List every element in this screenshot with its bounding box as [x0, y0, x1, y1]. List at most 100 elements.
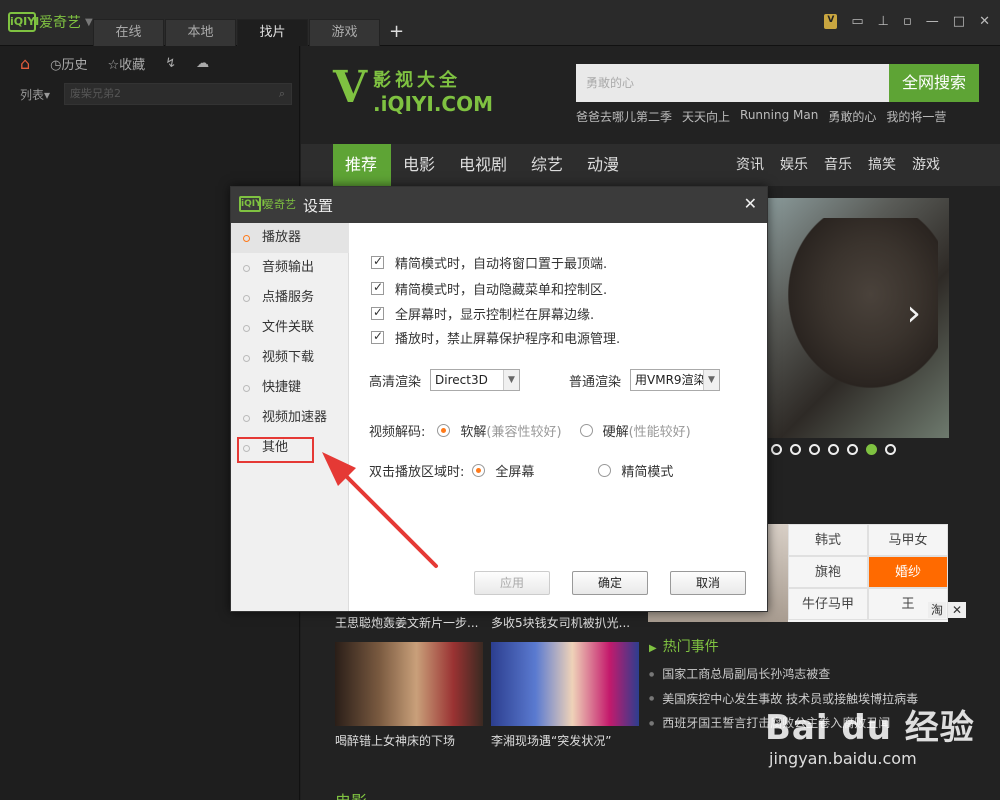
nav-music[interactable]: 音乐 — [824, 144, 852, 186]
hot-event-item[interactable]: 国家工商总局副局长孙鸿志被查 — [649, 662, 918, 687]
mini-mode-icon[interactable]: ▫ — [903, 14, 912, 29]
triangle-right-icon: ▶ — [649, 643, 657, 654]
radio-fullscreen[interactable] — [472, 464, 486, 477]
checkbox-no-screensaver[interactable] — [371, 329, 384, 344]
chevron-down-icon[interactable]: ▼ — [85, 17, 93, 28]
add-tab-icon[interactable]: + — [389, 19, 404, 46]
share-icon[interactable]: ↯ — [165, 56, 176, 71]
ad-tag[interactable]: 韩式 — [788, 524, 868, 556]
sd-render-select[interactable]: 用VMR9渲染 ▼ — [630, 369, 721, 391]
chevron-right-icon[interactable]: › — [907, 293, 921, 334]
sidebar-item-file-assoc[interactable]: 文件关联 — [231, 313, 349, 343]
left-toolbar: ⌂ ◷历史 ☆收藏 ↯ ☁ — [20, 54, 209, 73]
hot-keyword[interactable]: 爸爸去哪儿第二季 — [576, 108, 672, 125]
nav-variety[interactable]: 综艺 — [519, 144, 575, 186]
vip-icon[interactable]: V — [824, 14, 838, 29]
hot-keyword[interactable]: 我的将一营 — [886, 108, 946, 125]
hd-render-select[interactable]: Direct3D ▼ — [430, 369, 521, 391]
ad-tag[interactable]: 马甲女 — [868, 524, 948, 556]
brand-logo: V 影视大全 .iQIYI.COM — [333, 66, 493, 117]
video-caption[interactable]: 喝醉错上女神床的下场 — [335, 732, 455, 749]
video-caption[interactable]: 王思聪炮轰姜文新片一步... — [335, 614, 478, 631]
watermark-line1: Bai du 经验 — [765, 708, 975, 748]
dialog-title: 设置 — [303, 197, 334, 215]
close-icon[interactable]: ✕ — [979, 14, 990, 29]
option-row[interactable]: 精简模式时，自动将窗口置于最顶端. — [371, 253, 607, 272]
message-icon[interactable]: ▭ — [851, 14, 863, 29]
title-bar: iQIYI 爱奇艺 ▼ 在线 本地 找片 游戏 + V ▭ ⊥ ▫ — □ ✕ — [0, 0, 1000, 46]
taobao-icon[interactable]: 淘 — [928, 602, 946, 618]
option-row[interactable]: 播放时，禁止屏幕保护程序和电源管理. — [371, 328, 620, 347]
category-nav: 推荐 电影 电视剧 综艺 动漫 资讯 娱乐 音乐 搞笑 游戏 — [301, 144, 1000, 186]
history-button[interactable]: ◷历史 — [50, 54, 87, 73]
nav-funny[interactable]: 搞笑 — [868, 144, 896, 186]
pager-dot[interactable] — [771, 444, 782, 455]
ok-button[interactable]: 确定 — [572, 571, 648, 595]
checkbox-topmost[interactable] — [371, 254, 384, 269]
maximize-icon[interactable]: □ — [953, 14, 965, 29]
pager-dot[interactable] — [847, 444, 858, 455]
pager-dot[interactable] — [885, 444, 896, 455]
ad-close-icon[interactable]: ✕ — [948, 602, 966, 618]
hot-keyword[interactable]: 天天向上 — [682, 108, 730, 125]
pager-dot[interactable] — [828, 444, 839, 455]
favorites-button[interactable]: ☆收藏 — [108, 54, 146, 73]
nav-recommend[interactable]: 推荐 — [333, 144, 391, 186]
option-row[interactable]: 全屏幕时，显示控制栏在屏幕边缘. — [371, 304, 594, 323]
sidebar-item-hotkeys[interactable]: 快捷键 — [231, 373, 349, 403]
video-thumbnail[interactable] — [335, 642, 483, 726]
sidebar-item-accelerator[interactable]: 视频加速器 — [231, 403, 349, 433]
pin-icon[interactable]: ⊥ — [878, 14, 889, 29]
video-thumbnail[interactable] — [491, 642, 639, 726]
nav-movies[interactable]: 电影 — [391, 144, 447, 186]
main-search-input[interactable]: 勇敢的心 — [576, 64, 889, 102]
pager-dot[interactable] — [790, 444, 801, 455]
ad-tag[interactable]: 旗袍 — [788, 556, 868, 588]
featured-banner[interactable]: › — [768, 198, 949, 438]
sidebar-item-audio[interactable]: 音频输出 — [231, 253, 349, 283]
radio-soft-decode[interactable] — [437, 424, 451, 437]
nav-games[interactable]: 游戏 — [912, 144, 940, 186]
tab-find[interactable]: 找片 — [237, 19, 308, 46]
search-button[interactable]: 全网搜索 — [889, 64, 979, 102]
cancel-button[interactable]: 取消 — [670, 571, 746, 595]
checkbox-fullscreen-controls[interactable] — [371, 305, 384, 320]
dialog-header[interactable]: iQIYI 爱奇艺 设置 ✕ — [231, 187, 767, 223]
section-title-movies: 电影 — [335, 788, 367, 800]
hot-keyword[interactable]: 勇敢的心 — [828, 108, 876, 125]
sidebar-item-player[interactable]: 播放器 — [231, 223, 349, 253]
list-dropdown[interactable]: 列表▾ — [20, 86, 64, 103]
left-search-input[interactable]: 废柴兄弟2 ⌕ — [64, 83, 292, 105]
sidebar-item-vod[interactable]: 点播服务 — [231, 283, 349, 313]
video-caption[interactable]: 多收5块钱女司机被扒光... — [491, 614, 630, 631]
home-icon[interactable]: ⌂ — [20, 54, 30, 73]
checkbox-hide-menu[interactable] — [371, 280, 384, 295]
pager-dot[interactable] — [809, 444, 820, 455]
hot-keyword[interactable]: Running Man — [740, 108, 818, 125]
option-row[interactable]: 精简模式时，自动隐藏菜单和控制区. — [371, 279, 607, 298]
cloud-icon[interactable]: ☁ — [196, 56, 209, 71]
ad-tag-hot[interactable]: 婚纱 — [868, 556, 948, 588]
apply-button[interactable]: 应用 — [474, 571, 550, 595]
nav-news[interactable]: 资讯 — [736, 144, 764, 186]
radio-mini-mode[interactable] — [598, 464, 612, 477]
nav-anime[interactable]: 动漫 — [575, 144, 631, 186]
pager-dot-active[interactable] — [866, 444, 877, 455]
app-logo[interactable]: iQIYI 爱奇艺 ▼ — [8, 12, 93, 32]
tab-online[interactable]: 在线 — [93, 19, 164, 46]
radio-hard-decode[interactable] — [579, 424, 593, 437]
tab-games[interactable]: 游戏 — [309, 19, 380, 46]
minimize-icon[interactable]: — — [926, 14, 939, 29]
ad-tag[interactable]: 牛仔马甲 — [788, 588, 868, 620]
nav-entertainment[interactable]: 娱乐 — [780, 144, 808, 186]
video-caption[interactable]: 李湘现场遇“突发状况” — [491, 732, 611, 749]
dialog-close-icon[interactable]: ✕ — [744, 194, 757, 213]
tab-local[interactable]: 本地 — [165, 19, 236, 46]
clock-icon: ◷ — [50, 58, 62, 73]
settings-panel: 精简模式时，自动将窗口置于最顶端. 精简模式时，自动隐藏菜单和控制区. 全屏幕时… — [349, 223, 767, 611]
nav-tv[interactable]: 电视剧 — [447, 144, 519, 186]
dblclick-row: 双击播放区域时: 全屏幕 精简模式 — [369, 461, 673, 480]
search-icon[interactable]: ⌕ — [279, 84, 285, 104]
highlight-box — [237, 437, 314, 463]
sidebar-item-download[interactable]: 视频下载 — [231, 343, 349, 373]
